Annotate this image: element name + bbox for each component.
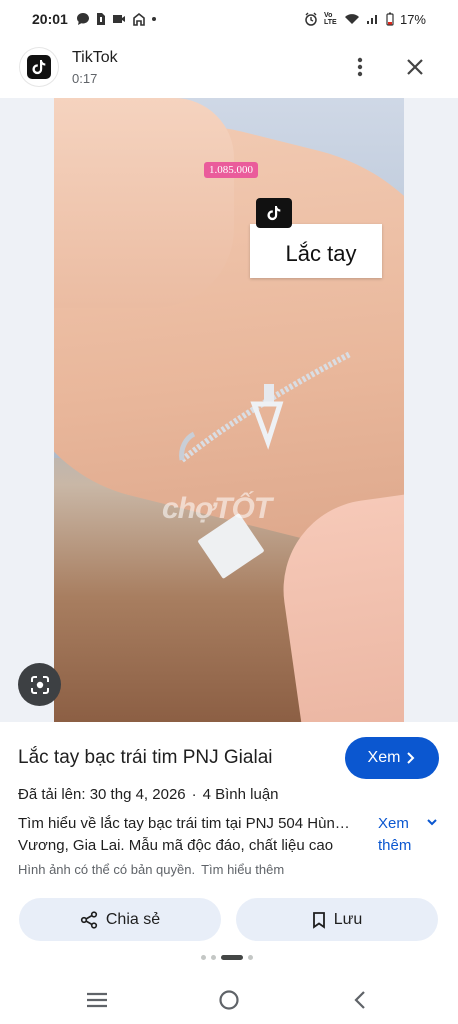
carousel-dot bbox=[211, 955, 216, 960]
alarm-icon bbox=[305, 12, 317, 26]
back-icon[interactable] bbox=[342, 982, 378, 1018]
source-header: TikTok 0:17 bbox=[0, 38, 458, 98]
carousel-dot bbox=[248, 955, 253, 960]
chevron-down-icon[interactable] bbox=[426, 816, 438, 828]
battery-icon bbox=[386, 12, 394, 26]
bookmark-icon bbox=[312, 911, 325, 929]
description-line: Vương, Gia Lai. Mẫu mã độc đáo, chất liệ… bbox=[18, 837, 334, 854]
copyright-notice: Hình ảnh có thể có bản quyền. Tìm hiểu t… bbox=[18, 862, 284, 877]
source-name[interactable]: TikTok bbox=[72, 49, 118, 67]
watermark: chợTỐT bbox=[162, 492, 272, 525]
status-dot-icon bbox=[151, 17, 156, 21]
home-circle-icon[interactable] bbox=[211, 982, 247, 1018]
media-icon bbox=[112, 15, 125, 23]
close-icon[interactable] bbox=[400, 52, 430, 82]
screen: 20:01 Vo LTE 17% TikTok 0:17 1.085.000 L… bbox=[0, 0, 458, 1024]
learn-more-link[interactable]: Tìm hiểu thêm bbox=[201, 862, 284, 877]
visit-button[interactable]: Xem bbox=[345, 737, 439, 779]
carousel-dot-active bbox=[221, 955, 243, 960]
battery-percent: 17% bbox=[399, 11, 426, 27]
caption-card: Lắc tay bbox=[250, 224, 382, 278]
status-bar: 20:01 Vo LTE 17% bbox=[0, 0, 458, 38]
price-overlay: 1.085.000 bbox=[204, 162, 258, 178]
visit-label: Xem bbox=[367, 749, 401, 766]
menu-icon[interactable] bbox=[79, 982, 115, 1018]
image-preview-area: 1.085.000 Lắc tay chợTỐT bbox=[0, 98, 458, 722]
system-nav-bar bbox=[0, 976, 458, 1024]
bracelet-illustration bbox=[179, 351, 352, 463]
copyright-text: Hình ảnh có thể có bản quyền. bbox=[18, 862, 196, 877]
share-button[interactable]: Chia sẻ bbox=[19, 898, 221, 941]
save-label: Lưu bbox=[333, 910, 363, 928]
result-meta: Đã tải lên: 30 thg 4, 2026 · 4 Bình luận bbox=[18, 786, 279, 803]
tiktok-badge-icon bbox=[256, 198, 292, 228]
chevron-right-icon bbox=[407, 752, 415, 764]
tiktok-note-icon bbox=[32, 60, 46, 75]
save-button[interactable]: Lưu bbox=[236, 898, 438, 941]
product-image[interactable]: 1.085.000 Lắc tay chợTỐT bbox=[54, 98, 404, 722]
show-more-button[interactable]: Xem thêm bbox=[378, 813, 411, 857]
status-time: 20:01 bbox=[32, 11, 68, 27]
upload-date: Đã tải lên: 30 thg 4, 2026 bbox=[18, 786, 186, 803]
meta-separator: · bbox=[191, 786, 197, 803]
more-vert-icon[interactable] bbox=[346, 52, 374, 82]
signal-icon bbox=[366, 15, 377, 24]
video-duration: 0:17 bbox=[72, 71, 98, 86]
carousel-indicator bbox=[201, 955, 253, 960]
caption-text: Lắc tay bbox=[285, 241, 357, 266]
wifi-icon bbox=[344, 14, 359, 24]
description-line: Tìm hiểu về lắc tay bạc trái tim tại PNJ… bbox=[18, 815, 350, 832]
lens-icon[interactable] bbox=[18, 663, 61, 706]
comment-count: 4 Bình luận bbox=[202, 786, 279, 803]
network-label: Vo LTE bbox=[323, 12, 337, 26]
result-title[interactable]: Lắc tay bạc trái tim PNJ Gialai bbox=[18, 747, 272, 769]
share-icon bbox=[80, 910, 97, 929]
result-description: Tìm hiểu về lắc tay bạc trái tim tại PNJ… bbox=[18, 813, 376, 857]
carousel-dot bbox=[201, 955, 206, 960]
share-label: Chia sẻ bbox=[105, 910, 161, 928]
sim-icon bbox=[96, 13, 105, 25]
home-icon bbox=[133, 12, 145, 26]
chat-bubble-icon bbox=[76, 13, 89, 25]
tiktok-logo-icon[interactable] bbox=[20, 48, 58, 86]
